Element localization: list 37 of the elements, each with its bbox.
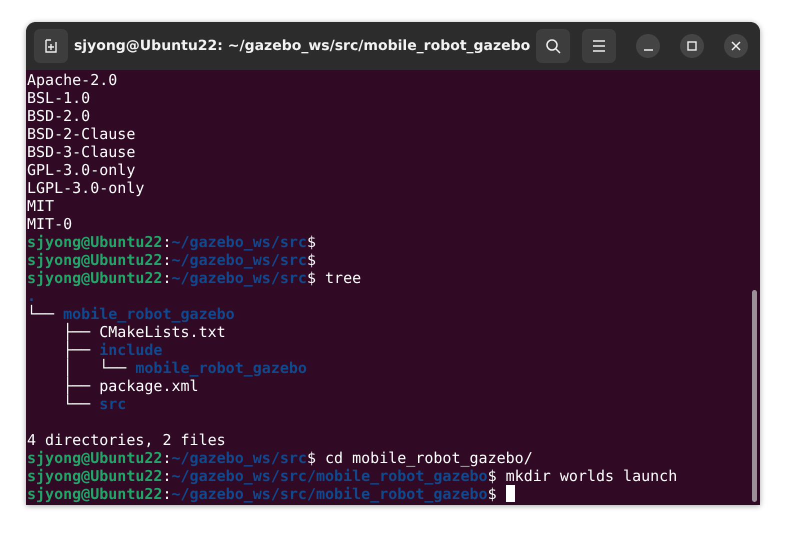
terminal-line: ├── include — [62, 341, 162, 359]
terminal-line: Apache-2.0 — [27, 71, 118, 89]
terminal-line: BSD-2-Clause — [27, 125, 136, 143]
terminal-line: sjyong@Ubuntu22:~/gazebo_ws/src/mobile_robot_gazebo$ mkdir worlds launch — [27, 467, 678, 485]
terminal-line: ├── package.xml — [62, 377, 199, 395]
terminal-line: └── src — [62, 395, 126, 413]
terminal-line: sjyong@Ubuntu22:~/gazebo_ws/src/mobile_robot_gazebo$ — [27, 485, 515, 503]
terminal-line: sjyong@Ubuntu22:~/gazebo_ws/src$ cd mobile_robot_gazebo/ — [27, 449, 533, 467]
terminal-line: BSD-2.0 — [27, 107, 90, 125]
terminal-line: LGPL-3.0-only — [27, 179, 144, 197]
terminal-line: BSL-1.0 — [27, 89, 90, 107]
menu-button[interactable] — [582, 29, 616, 63]
maximize-button[interactable] — [680, 34, 704, 58]
terminal-line: MIT — [27, 197, 54, 215]
minimize-icon — [644, 49, 653, 51]
scrollbar-thumb[interactable] — [752, 290, 757, 502]
terminal-line: sjyong@Ubuntu22:~/gazebo_ws/src$ — [27, 233, 316, 251]
menu-icon — [592, 40, 606, 52]
terminal-line: └── mobile_robot_gazebo — [27, 305, 235, 323]
terminal-line: MIT-0 — [27, 215, 72, 233]
terminal-line: sjyong@Ubuntu22:~/gazebo_ws/src$ tree — [27, 269, 362, 287]
terminal-line: sjyong@Ubuntu22:~/gazebo_ws/src$ — [27, 251, 316, 269]
new-tab-icon — [42, 38, 59, 54]
terminal-line: GPL-3.0-only — [27, 161, 136, 179]
minimize-button[interactable] — [636, 34, 660, 58]
terminal-line: ├── CMakeLists.txt — [62, 323, 226, 341]
terminal-line: . — [27, 287, 36, 305]
close-icon — [731, 41, 742, 51]
terminal-line: │ └── mobile_robot_gazebo — [62, 359, 307, 377]
terminal-line: BSD-3-Clause — [27, 143, 136, 161]
terminal-line: 4 directories, 2 files — [27, 431, 226, 449]
window-title: sjyong@Ubuntu22: ~/gazebo_ws/src/mobile_robot_gazebo — [74, 38, 530, 54]
search-icon — [545, 38, 562, 54]
close-button[interactable] — [724, 34, 748, 58]
maximize-icon — [687, 41, 698, 51]
search-button[interactable] — [536, 29, 570, 63]
new-tab-button[interactable] — [34, 29, 68, 63]
